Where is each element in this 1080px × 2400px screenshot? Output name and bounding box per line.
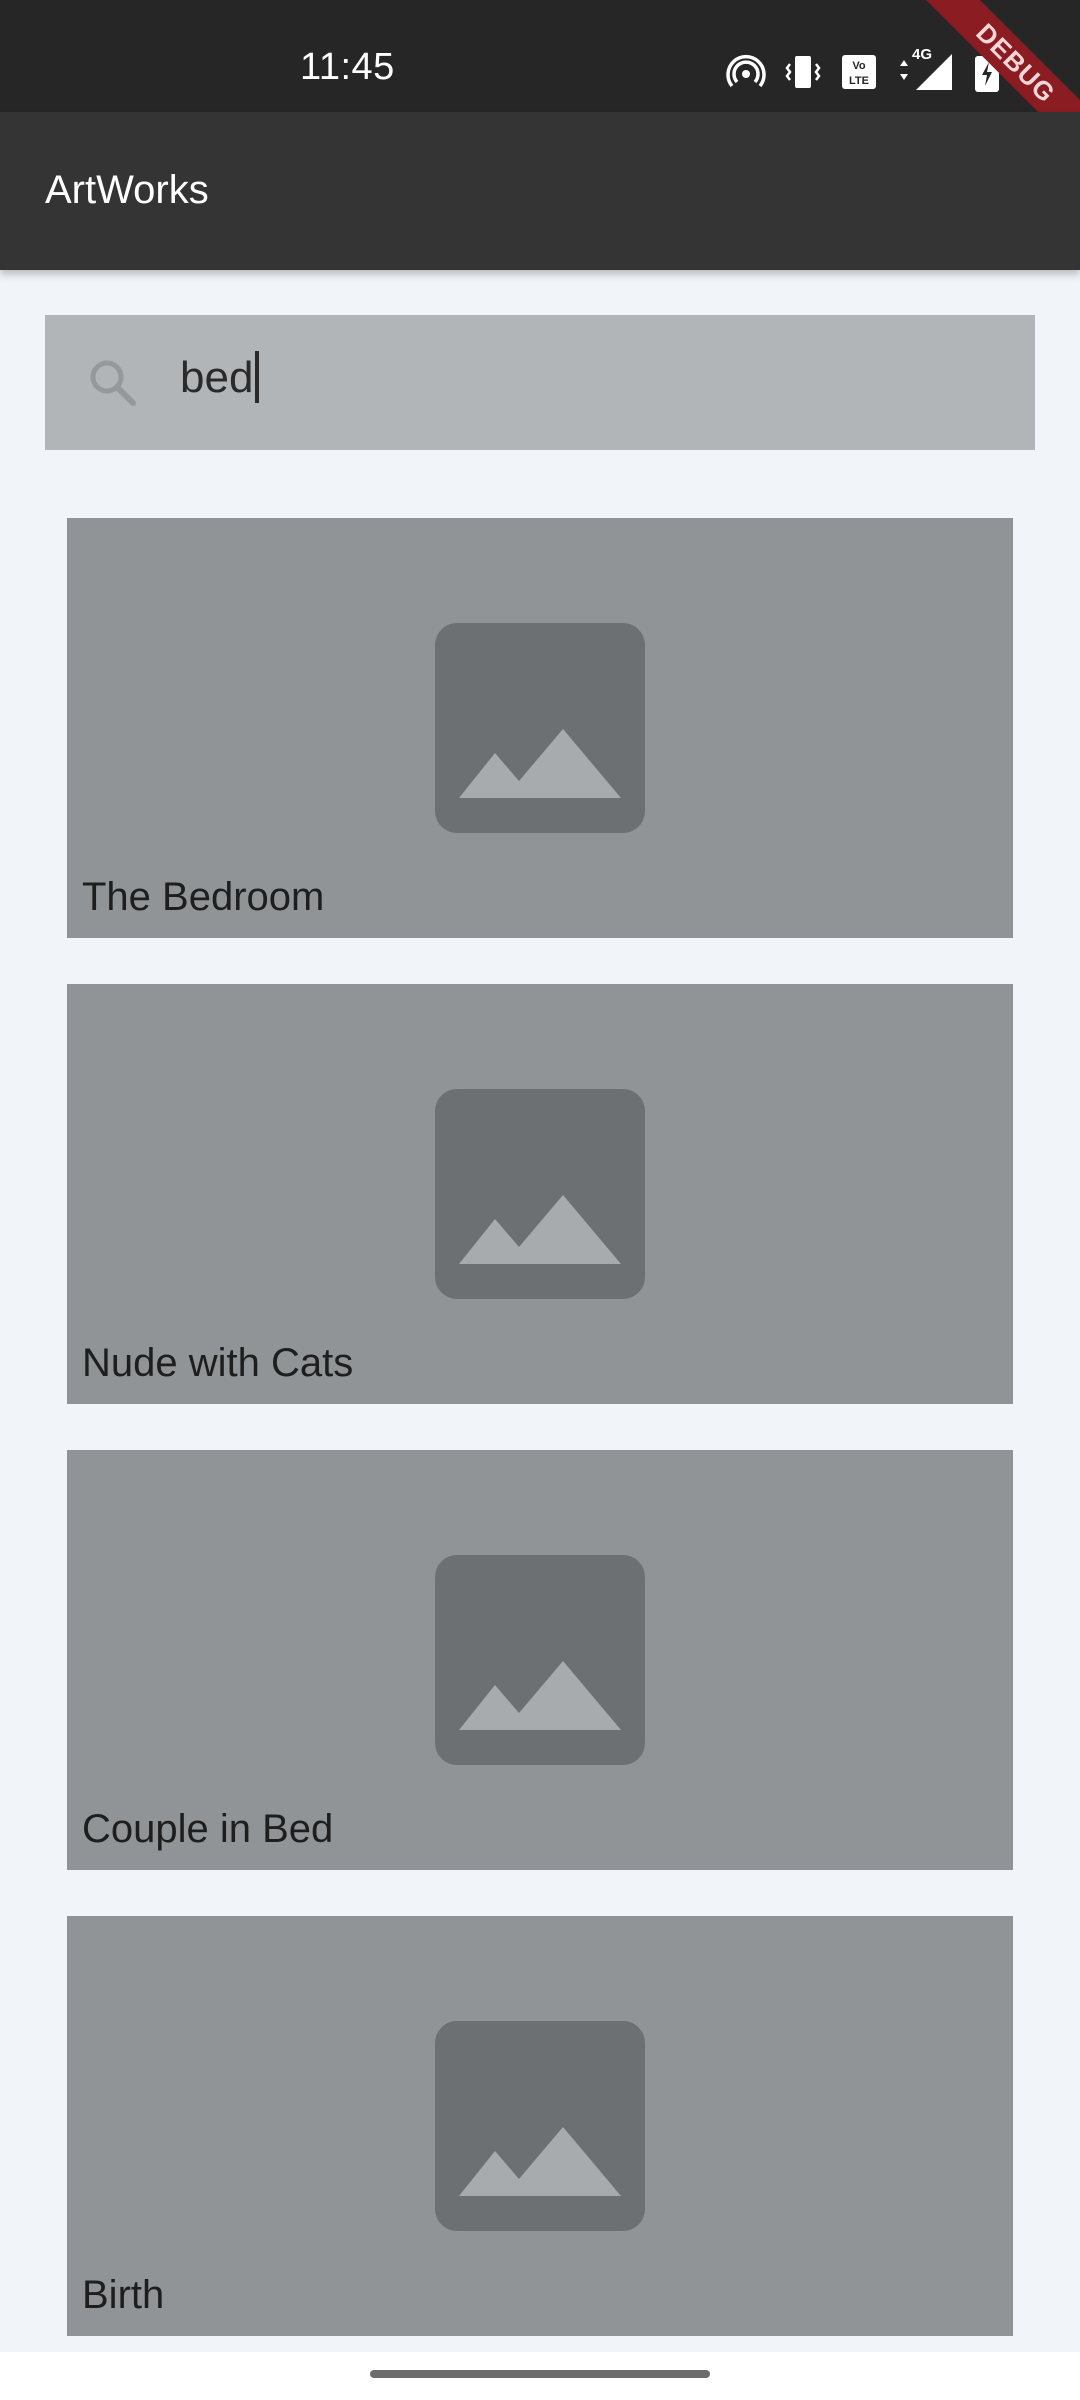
volte-icon: Vo LTE bbox=[842, 55, 876, 89]
status-time: 11:45 bbox=[300, 46, 395, 88]
home-indicator[interactable] bbox=[370, 2370, 710, 2378]
artwork-title: Nude with Cats bbox=[82, 1341, 354, 1385]
search-icon bbox=[90, 360, 136, 406]
artwork-card[interactable]: Nude with Cats bbox=[67, 984, 1013, 1404]
app-bar: ArtWorks bbox=[0, 112, 1080, 270]
network-label: 4G bbox=[912, 46, 933, 63]
hotspot-icon bbox=[726, 55, 766, 88]
svg-text:Vo: Vo bbox=[852, 60, 866, 72]
artwork-title: The Bedroom bbox=[82, 875, 325, 919]
image-placeholder-icon bbox=[435, 623, 645, 833]
vibrate-icon bbox=[785, 56, 821, 88]
text-caret bbox=[255, 351, 260, 404]
artwork-title: Couple in Bed bbox=[82, 1807, 334, 1851]
artwork-card[interactable]: Couple in Bed bbox=[67, 1450, 1013, 1870]
app-title: ArtWorks bbox=[45, 168, 209, 212]
battery-charging-icon bbox=[975, 52, 999, 92]
status-icons: Vo LTE 4G bbox=[726, 46, 1002, 94]
4g-signal-icon: 4G bbox=[896, 46, 954, 92]
svg-text:LTE: LTE bbox=[849, 75, 869, 87]
artwork-card[interactable]: The Bedroom bbox=[67, 518, 1013, 938]
image-placeholder-icon bbox=[435, 1089, 645, 1299]
status-bar: 11:45 Vo LTE 4G bbox=[0, 0, 1080, 112]
search-query-text: bed bbox=[180, 353, 254, 402]
search-input-value[interactable]: bed bbox=[180, 351, 260, 404]
image-placeholder-icon bbox=[435, 1555, 645, 1765]
search-input[interactable]: bed bbox=[45, 315, 1035, 450]
artwork-card[interactable]: Birth bbox=[67, 1916, 1013, 2336]
artwork-title: Birth bbox=[82, 2273, 165, 2317]
image-placeholder-icon bbox=[435, 2021, 645, 2231]
